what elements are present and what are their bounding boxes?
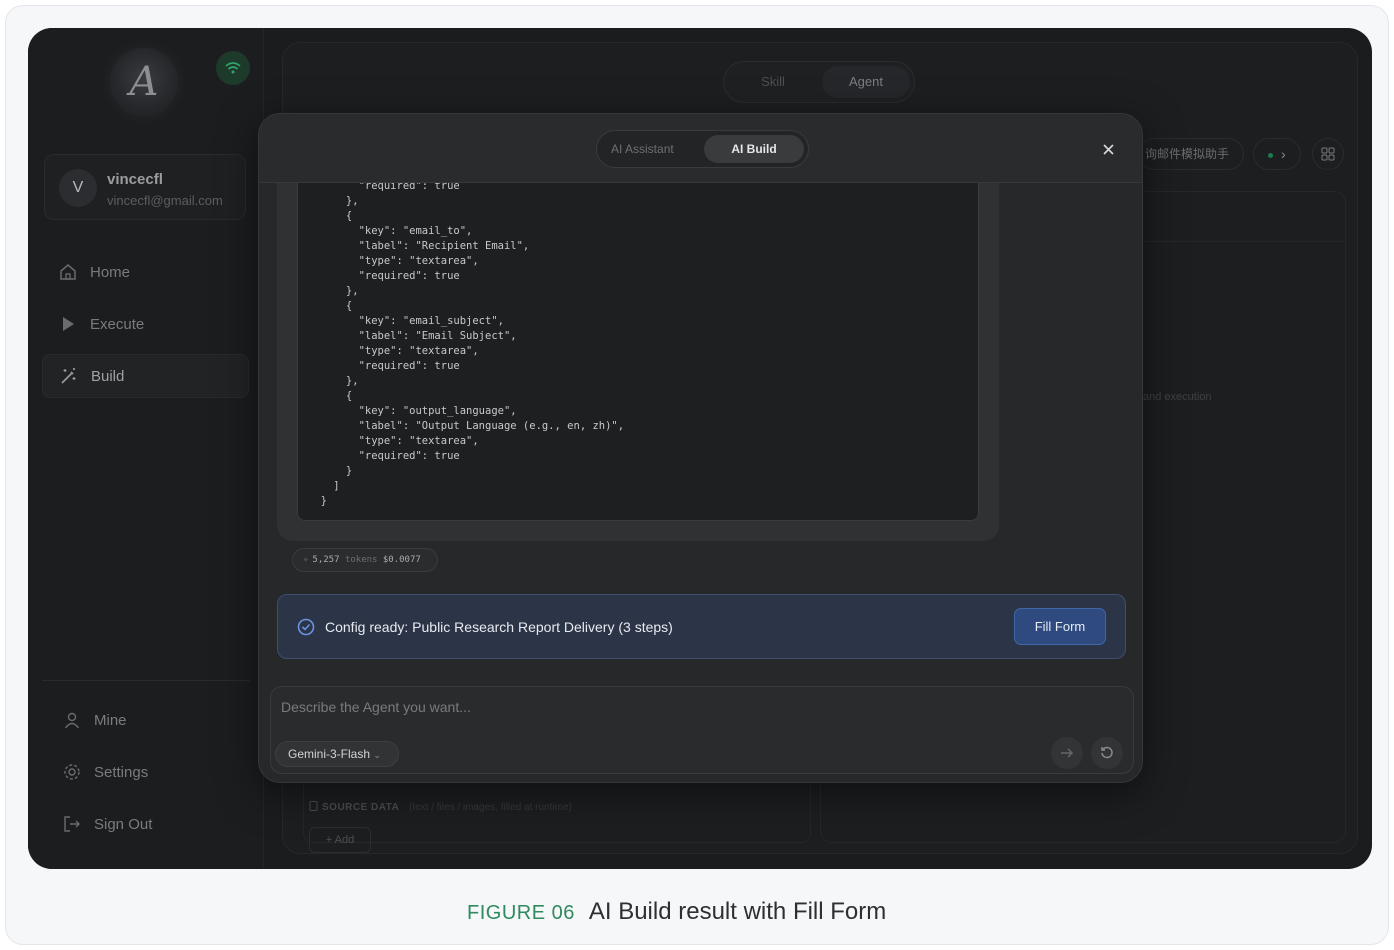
preview-hint: and execution [1143,391,1212,403]
arrow-right-icon [1061,748,1074,758]
file-icon [309,801,318,811]
grid-icon [1321,147,1335,161]
token-cost: $0.0077 [382,555,421,565]
nav-sign-out[interactable]: Sign Out [42,802,249,846]
nav-build[interactable]: Build [42,354,249,398]
status-dot [1268,152,1273,158]
agent-chip[interactable]: 询邮件模拟助手 [1138,138,1244,170]
chevron-down-icon: ⌄ [373,750,381,760]
status-toggle[interactable]: › [1253,138,1301,170]
source-data-label: SOURCE DATA [309,801,399,813]
modal-header: AI Assistant AI Build [259,114,1142,183]
sidebar: A V vincecfl vincecfl@gmail.com Home Exe… [28,28,264,869]
close-button[interactable] [1099,140,1117,158]
app-logo[interactable]: A [110,48,178,116]
grid-button[interactable] [1312,138,1344,170]
nav-execute-label: Execute [90,315,145,333]
home-icon [58,262,78,282]
token-usage-badge: ✧ 5,257 tokens $0.0077 [292,548,438,572]
source-data-text: SOURCE DATA [322,802,400,813]
gear-icon [62,762,82,782]
tab-skill[interactable]: Skill [738,74,808,89]
sign-out-icon [62,814,82,834]
config-ready-text: Config ready: Public Research Report Del… [325,619,673,635]
check-circle-icon [297,618,315,636]
chevron-right-icon: › [1281,146,1286,162]
app-window: A V vincecfl vincecfl@gmail.com Home Exe… [28,28,1372,869]
tab-agent[interactable]: Agent [822,66,910,98]
mode-switch: Skill Agent [723,61,915,103]
logo-letter: A [129,59,159,105]
figure-number: FIGURE 06 [467,902,575,924]
nav-sign-out-label: Sign Out [94,815,153,833]
assistant-message: "required": true }, { "key": "email_to",… [277,183,999,541]
config-ready-banner: Config ready: Public Research Report Del… [277,594,1126,659]
nav-execute[interactable]: Execute [42,302,249,346]
add-source-button[interactable]: + Add [309,827,371,853]
reset-button[interactable] [1091,737,1123,769]
code-content: "required": true }, { "key": "email_to",… [320,183,625,507]
figure-caption: FIGURE 06 AI Build result with Fill Form [467,898,886,926]
prompt-composer: Gemini-3-Flash ⌄ [270,686,1134,774]
model-select[interactable]: Gemini-3-Flash ⌄ [275,741,399,767]
nav-mine[interactable]: Mine [42,698,249,742]
fill-form-button[interactable]: Fill Form [1014,608,1106,645]
token-unit: tokens [344,555,378,565]
play-icon [58,314,78,334]
nav-build-label: Build [91,367,125,385]
figure-title: AI Build result with Fill Form [588,898,887,925]
code-block: "required": true }, { "key": "email_to",… [297,183,979,521]
form-panel [303,783,811,843]
nav-mine-label: Mine [94,711,127,729]
user-email: vincecfl@gmail.com [107,193,223,208]
refresh-icon [1101,746,1113,759]
nav-home[interactable]: Home [42,250,249,294]
sparkle-icon: ✧ [303,555,309,565]
model-name: Gemini-3-Flash [288,747,371,761]
tab-ai-build[interactable]: AI Build [704,135,804,163]
magic-wand-icon [59,366,79,386]
close-icon [1102,143,1114,155]
token-count: 5,257 [312,555,340,565]
modal-tab-switch: AI Assistant AI Build [596,130,809,168]
nav-settings-label: Settings [94,763,149,781]
sidebar-divider [42,680,250,681]
user-name: vincecfl [107,171,163,188]
ai-build-modal: AI Assistant AI Build "required": true }… [258,113,1143,783]
nav-settings[interactable]: Settings [42,750,249,794]
prompt-input[interactable] [281,696,981,718]
source-data-hint: (text / files / images, filled at runtim… [409,802,572,813]
wifi-icon [216,51,250,85]
nav-home-label: Home [90,263,131,281]
tab-ai-assistant[interactable]: AI Assistant [611,142,674,156]
avatar: V [59,169,97,207]
send-button[interactable] [1051,737,1083,769]
user-card[interactable]: V vincecfl vincecfl@gmail.com [44,154,246,220]
user-icon [62,710,82,730]
